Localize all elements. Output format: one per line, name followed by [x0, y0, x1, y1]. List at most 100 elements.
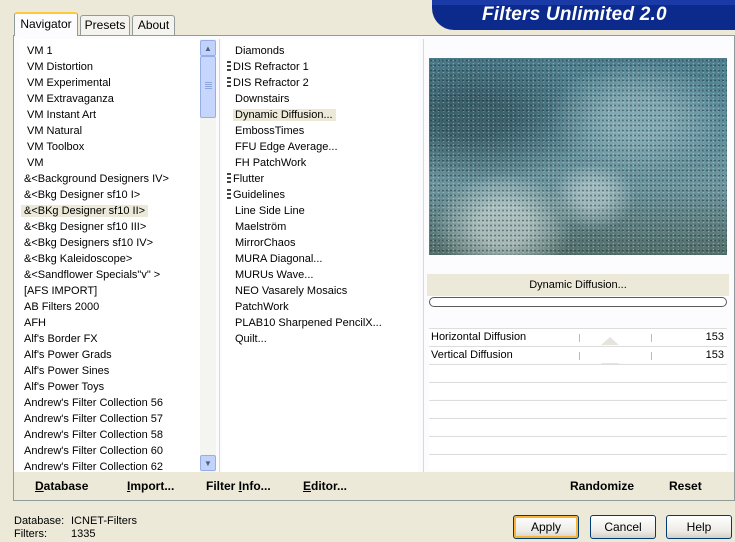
filter-item[interactable]: MURA Diagonal... [233, 251, 325, 267]
param-label: Vertical Diffusion [431, 349, 513, 361]
category-item[interactable]: &<Bkg Designer sf10 III> [21, 219, 149, 235]
filter-item[interactable]: NEO Vasarely Mosaics [233, 283, 350, 299]
grip-icon [227, 173, 231, 183]
category-item-label: VM Distortion [27, 61, 94, 73]
randomize-button[interactable]: Randomize [570, 479, 634, 493]
category-item-label: VM [27, 157, 44, 169]
app-title: Filters Unlimited 2.0 [482, 4, 667, 25]
filter-item[interactable]: Line Side Line [233, 203, 308, 219]
category-item-label: VM Extravaganza [27, 93, 114, 105]
category-item-label: Alf's Power Toys [24, 381, 105, 393]
scroll-down-arrow-icon[interactable]: ▼ [200, 455, 216, 471]
navigator-panel: VM 1 VM Distortion VM Experimental VM Extra… [13, 35, 735, 501]
filter-item-label: PatchWork [235, 301, 289, 313]
scroll-up-arrow-icon[interactable]: ▲ [200, 40, 216, 56]
category-item[interactable]: AB Filters 2000 [21, 299, 102, 315]
filter-item-label: DIS Refractor 1 [233, 61, 309, 73]
filter-item[interactable]: PatchWork [233, 299, 292, 315]
category-item-label: VM Natural [27, 125, 83, 137]
category-item[interactable]: VM Extravaganza [24, 91, 117, 107]
tab-presets[interactable]: Presets [80, 15, 130, 35]
filter-item[interactable]: Guidelines [227, 187, 288, 203]
category-item[interactable]: Andrew's Filter Collection 57 [21, 411, 166, 427]
help-button[interactable]: Help [666, 515, 732, 539]
category-item[interactable]: VM Experimental [24, 75, 114, 91]
tab-navigator[interactable]: Navigator [14, 12, 78, 36]
slider-tick [579, 334, 580, 342]
category-item-label: &<Bkg Designer sf10 I> [24, 189, 141, 201]
param-row-empty [429, 364, 727, 381]
filter-item[interactable]: FH PatchWork [233, 155, 309, 171]
filter-item-label: PLAB10 Sharpened PencilX... [235, 317, 382, 329]
filter-item[interactable]: MURUs Wave... [233, 267, 316, 283]
category-item-label: AB Filters 2000 [24, 301, 100, 313]
category-item[interactable]: Andrew's Filter Collection 56 [21, 395, 166, 411]
filter-item[interactable]: MirrorChaos [233, 235, 299, 251]
category-item-label: Andrew's Filter Collection 56 [24, 397, 164, 409]
cancel-button[interactable]: Cancel [590, 515, 656, 539]
category-item[interactable]: &<Background Designers IV> [21, 171, 172, 187]
filter-item[interactable]: DIS Refractor 1 [227, 59, 312, 75]
filter-list[interactable]: Diamonds DIS Refractor 1 DIS Refractor 2 Do… [222, 39, 418, 472]
category-item[interactable]: Andrew's Filter Collection 58 [21, 427, 166, 443]
category-item[interactable]: &<Bkg Kaleidoscope> [21, 251, 135, 267]
category-item[interactable]: Alf's Border FX [21, 331, 101, 347]
editor-button[interactable]: Editor... [303, 479, 347, 493]
import-button[interactable]: Import... [127, 479, 174, 493]
database-button[interactable]: Database [35, 479, 88, 493]
category-item[interactable]: &<Bkg Designer sf10 I> [21, 187, 143, 203]
filter-item-label: Line Side Line [235, 205, 305, 217]
category-item[interactable]: VM Distortion [24, 59, 96, 75]
category-item[interactable]: &<Sandflower Specials"v" > [21, 267, 163, 283]
category-item[interactable]: Alf's Power Grads [21, 347, 115, 363]
category-item[interactable]: VM Instant Art [24, 107, 99, 123]
filter-item-label: MURA Diagonal... [235, 253, 323, 265]
grip-icon [227, 77, 231, 87]
param-row-vertical-diffusion[interactable]: Vertical Diffusion 153 [429, 346, 727, 363]
editor-button-mnemonic: E [303, 479, 312, 493]
filter-item[interactable]: Maelström [233, 219, 289, 235]
category-item[interactable]: Andrew's Filter Collection 60 [21, 443, 166, 459]
filter-item[interactable]: DIS Refractor 2 [227, 75, 312, 91]
filter-item[interactable]: PLAB10 Sharpened PencilX... [233, 315, 385, 331]
filter-name-bar: Dynamic Diffusion... [427, 274, 729, 296]
category-list[interactable]: VM 1 VM Distortion VM Experimental VM Extra… [20, 39, 200, 473]
category-scrollbar[interactable]: ▲ ▼ [200, 39, 216, 472]
apply-button[interactable]: Apply [513, 515, 579, 539]
category-item-label: &<Bkg Designer sf10 III> [24, 221, 147, 233]
divider [219, 39, 220, 472]
filter-item[interactable]: Downstairs [233, 91, 292, 107]
category-item-label: &<BKg Designer sf10 II> [21, 205, 149, 217]
filter-item-label: EmbossTimes [235, 125, 305, 137]
category-item[interactable]: &<BKg Designer sf10 II> [21, 203, 149, 219]
param-row-horizontal-diffusion[interactable]: Horizontal Diffusion 153 [429, 328, 727, 345]
filter-item[interactable]: Dynamic Diffusion... [233, 107, 336, 123]
reset-button[interactable]: Reset [669, 479, 702, 493]
category-item[interactable]: AFH [21, 315, 49, 331]
filter-item[interactable]: Diamonds [233, 43, 288, 59]
category-item-label: Alf's Border FX [24, 333, 98, 345]
category-item-label: &<Bkg Kaleidoscope> [24, 253, 133, 265]
category-item[interactable]: &<Bkg Designers sf10 IV> [21, 235, 156, 251]
category-item[interactable]: VM [24, 155, 47, 171]
filter-item[interactable]: Flutter [227, 171, 267, 187]
filter-item-label: NEO Vasarely Mosaics [235, 285, 348, 297]
category-item[interactable]: Alf's Power Toys [21, 379, 107, 395]
category-item[interactable]: VM Toolbox [24, 139, 87, 155]
scrollbar-thumb[interactable] [200, 56, 216, 118]
database-button-label: atabase [43, 479, 89, 493]
filters-count-label: Filters: [14, 528, 47, 540]
slider-thumb-icon[interactable] [601, 337, 619, 345]
category-item[interactable]: Alf's Power Sines [21, 363, 112, 379]
filter-item[interactable]: FFU Edge Average... [233, 139, 341, 155]
filter-item[interactable]: EmbossTimes [233, 123, 307, 139]
filter-item-label: Flutter [233, 173, 265, 185]
filter-info-button[interactable]: Filter Info... [206, 479, 271, 493]
category-item[interactable]: VM Natural [24, 123, 85, 139]
tab-about[interactable]: About [132, 15, 175, 35]
category-item-label: Andrew's Filter Collection 60 [24, 445, 164, 457]
category-item-label: Andrew's Filter Collection 58 [24, 429, 164, 441]
filter-item[interactable]: Quilt... [233, 331, 270, 347]
category-item[interactable]: VM 1 [24, 43, 56, 59]
category-item[interactable]: [AFS IMPORT] [21, 283, 100, 299]
